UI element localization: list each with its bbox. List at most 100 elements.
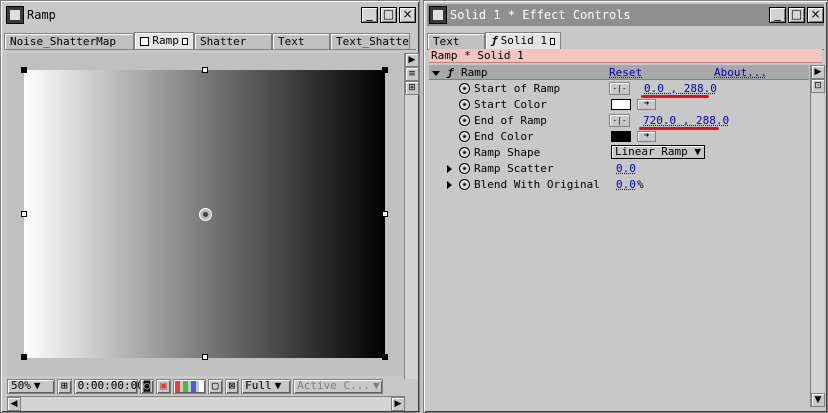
layer-name-bar: Ramp * Solid 1 <box>429 49 822 63</box>
comp-footer-bar: 50% ▼ ⊞ 0:00:00:00 ◙ ▣ ▢ ⊠ Full ▼ Active… <box>7 378 405 394</box>
stopwatch-icon[interactable] <box>459 99 470 110</box>
tab-text-shatter[interactable]: Text_Shatter <box>330 33 410 49</box>
layer-name: Ramp * Solid 1 <box>431 49 524 62</box>
resolution-dropdown[interactable]: Full ▼ <box>241 378 292 394</box>
start-color-swatch[interactable] <box>611 99 631 110</box>
effect-name: Ramp <box>461 66 488 79</box>
panel-menu-arrow-icon[interactable]: ▶ <box>405 53 419 67</box>
reset-link[interactable]: Reset <box>609 66 642 79</box>
tab-shatter[interactable]: Shatter <box>194 33 272 49</box>
scroll-right-arrow-icon[interactable]: ▶ <box>391 397 405 411</box>
tab-label: Text <box>278 34 305 48</box>
camera-view-dropdown[interactable]: Active C... ▼ <box>293 378 384 394</box>
minimize-button[interactable]: _ <box>361 7 378 23</box>
param-ramp-scatter: Ramp Scatter 0.0 <box>429 161 809 177</box>
stopwatch-icon[interactable] <box>459 163 470 174</box>
composition-icon <box>140 36 150 46</box>
stopwatch-icon[interactable] <box>459 179 470 190</box>
anchor-point-icon[interactable] <box>199 208 212 221</box>
eyedropper-icon[interactable]: ➜ <box>637 131 656 142</box>
param-label: Start of Ramp <box>474 82 561 95</box>
show-snapshot-icon[interactable]: ▣ <box>156 378 171 394</box>
chevron-down-icon: ▼ <box>33 379 41 392</box>
param-label: Start Color <box>474 98 547 111</box>
tab-ramp[interactable]: Ramp <box>134 32 194 49</box>
start-of-ramp-value[interactable]: 0.0 , 288.0 <box>644 82 717 95</box>
stopwatch-icon[interactable] <box>459 83 470 94</box>
zoom-dropdown[interactable]: 50% ▼ <box>7 378 55 394</box>
param-label: Ramp Scatter <box>474 162 554 175</box>
tab-close-icon[interactable] <box>549 37 555 45</box>
tab-solid-1[interactable]: ƒ Solid 1 <box>485 32 561 49</box>
panel-menu-arrow-icon[interactable]: ▶ <box>811 65 825 79</box>
effect-controls-window: Solid 1 * Effect Controls _ □ × Text ƒ S… <box>423 0 828 413</box>
expand-triangle-icon[interactable] <box>447 181 452 189</box>
effect-controls-title: Solid 1 * Effect Controls <box>450 8 631 22</box>
edge-handle-bottom[interactable] <box>202 354 208 360</box>
edge-handle-left[interactable] <box>21 211 27 217</box>
timecode-value: 0:00:00:00 <box>77 379 144 392</box>
composition-viewer[interactable] <box>7 53 403 376</box>
blend-value[interactable]: 0.0 <box>616 178 636 191</box>
effect-controls-titlebar[interactable]: Solid 1 * Effect Controls _ □ × <box>427 4 824 26</box>
percent-unit: % <box>637 178 644 191</box>
snapshot-camera-icon[interactable]: ◙ <box>139 378 155 394</box>
stopwatch-icon[interactable] <box>459 147 470 158</box>
corner-handle-top-right[interactable] <box>382 67 388 73</box>
param-label: Blend With Original <box>474 178 600 191</box>
ramp-shape-value: Linear Ramp <box>614 145 688 158</box>
ramp-shape-dropdown[interactable]: Linear Ramp ▼ <box>611 145 705 159</box>
chevron-down-icon: ▼ <box>372 379 380 392</box>
ramp-scatter-value[interactable]: 0.0 <box>616 162 636 175</box>
comp-titlebar[interactable]: Ramp _ □ × <box>4 4 416 26</box>
tab-label: Text_Shatter <box>336 34 410 48</box>
transparency-grid-icon[interactable]: ⊠ <box>224 378 240 394</box>
effect-parameter-panel: ƒ Ramp Reset About... Start of Ramp -|- … <box>429 65 809 405</box>
effect-header-ramp[interactable]: ƒ Ramp Reset About... <box>429 65 809 80</box>
maximize-button[interactable]: □ <box>788 7 805 23</box>
tab-noise-shattermap[interactable]: Noise_ShatterMap <box>4 33 134 49</box>
zoom-value: 50% <box>11 379 31 392</box>
lock-icon[interactable]: ⊡ <box>811 79 825 93</box>
param-blend-with-original: Blend With Original 0.0 % <box>429 177 809 193</box>
param-label: Ramp Shape <box>474 146 541 159</box>
scroll-down-arrow-icon[interactable]: ▼ <box>811 393 825 407</box>
expand-triangle-icon[interactable] <box>447 165 452 173</box>
edge-handle-right[interactable] <box>382 211 388 217</box>
resolution-value: Full <box>245 379 272 392</box>
safe-margins-icon[interactable]: ⊞ <box>57 378 72 394</box>
maximize-button[interactable]: □ <box>380 7 397 23</box>
crosshair-point-icon[interactable]: -|- <box>609 114 630 127</box>
end-of-ramp-value[interactable]: 720.0 , 288.0 <box>643 114 729 127</box>
eyedropper-icon[interactable]: ➜ <box>637 99 656 110</box>
corner-handle-bottom-left[interactable] <box>21 354 27 360</box>
minimize-button[interactable]: _ <box>769 7 786 23</box>
edge-handle-top[interactable] <box>202 67 208 73</box>
region-of-interest-icon[interactable]: ▢ <box>207 378 223 394</box>
close-button[interactable]: × <box>807 7 824 23</box>
current-time-field[interactable]: 0:00:00:00 <box>73 378 144 394</box>
about-link[interactable]: About... <box>714 66 767 79</box>
corner-handle-top-left[interactable] <box>21 67 27 73</box>
channels-rgb-icon[interactable] <box>172 378 206 394</box>
corner-handle-bottom-right[interactable] <box>382 354 388 360</box>
composition-app-icon <box>6 6 24 24</box>
chevron-down-icon: ▼ <box>274 379 282 392</box>
flowchart-icon[interactable]: ⊞ <box>405 81 419 95</box>
close-button[interactable]: × <box>399 7 416 23</box>
end-color-swatch[interactable] <box>611 131 631 142</box>
fx-switch-icon[interactable]: ƒ <box>447 66 454 79</box>
crosshair-point-icon[interactable]: -|- <box>609 82 630 95</box>
comp-horizontal-scrollbar[interactable]: ◀ ▶ <box>7 396 405 411</box>
layer-list-icon[interactable]: ≡ <box>405 67 419 81</box>
tab-text[interactable]: Text <box>272 33 330 49</box>
param-end-of-ramp: End of Ramp -|- 720.0 , 288.0 <box>429 113 809 130</box>
scroll-left-arrow-icon[interactable]: ◀ <box>7 397 21 411</box>
tab-text[interactable]: Text <box>427 33 485 49</box>
stopwatch-icon[interactable] <box>459 115 470 126</box>
collapse-triangle-icon[interactable] <box>432 71 440 76</box>
effect-controls-app-icon <box>429 6 447 24</box>
effect-controls-scrollbar[interactable]: ▶ ⊡ ▼ <box>810 65 825 407</box>
stopwatch-icon[interactable] <box>459 131 470 142</box>
tab-close-icon[interactable] <box>181 37 188 45</box>
